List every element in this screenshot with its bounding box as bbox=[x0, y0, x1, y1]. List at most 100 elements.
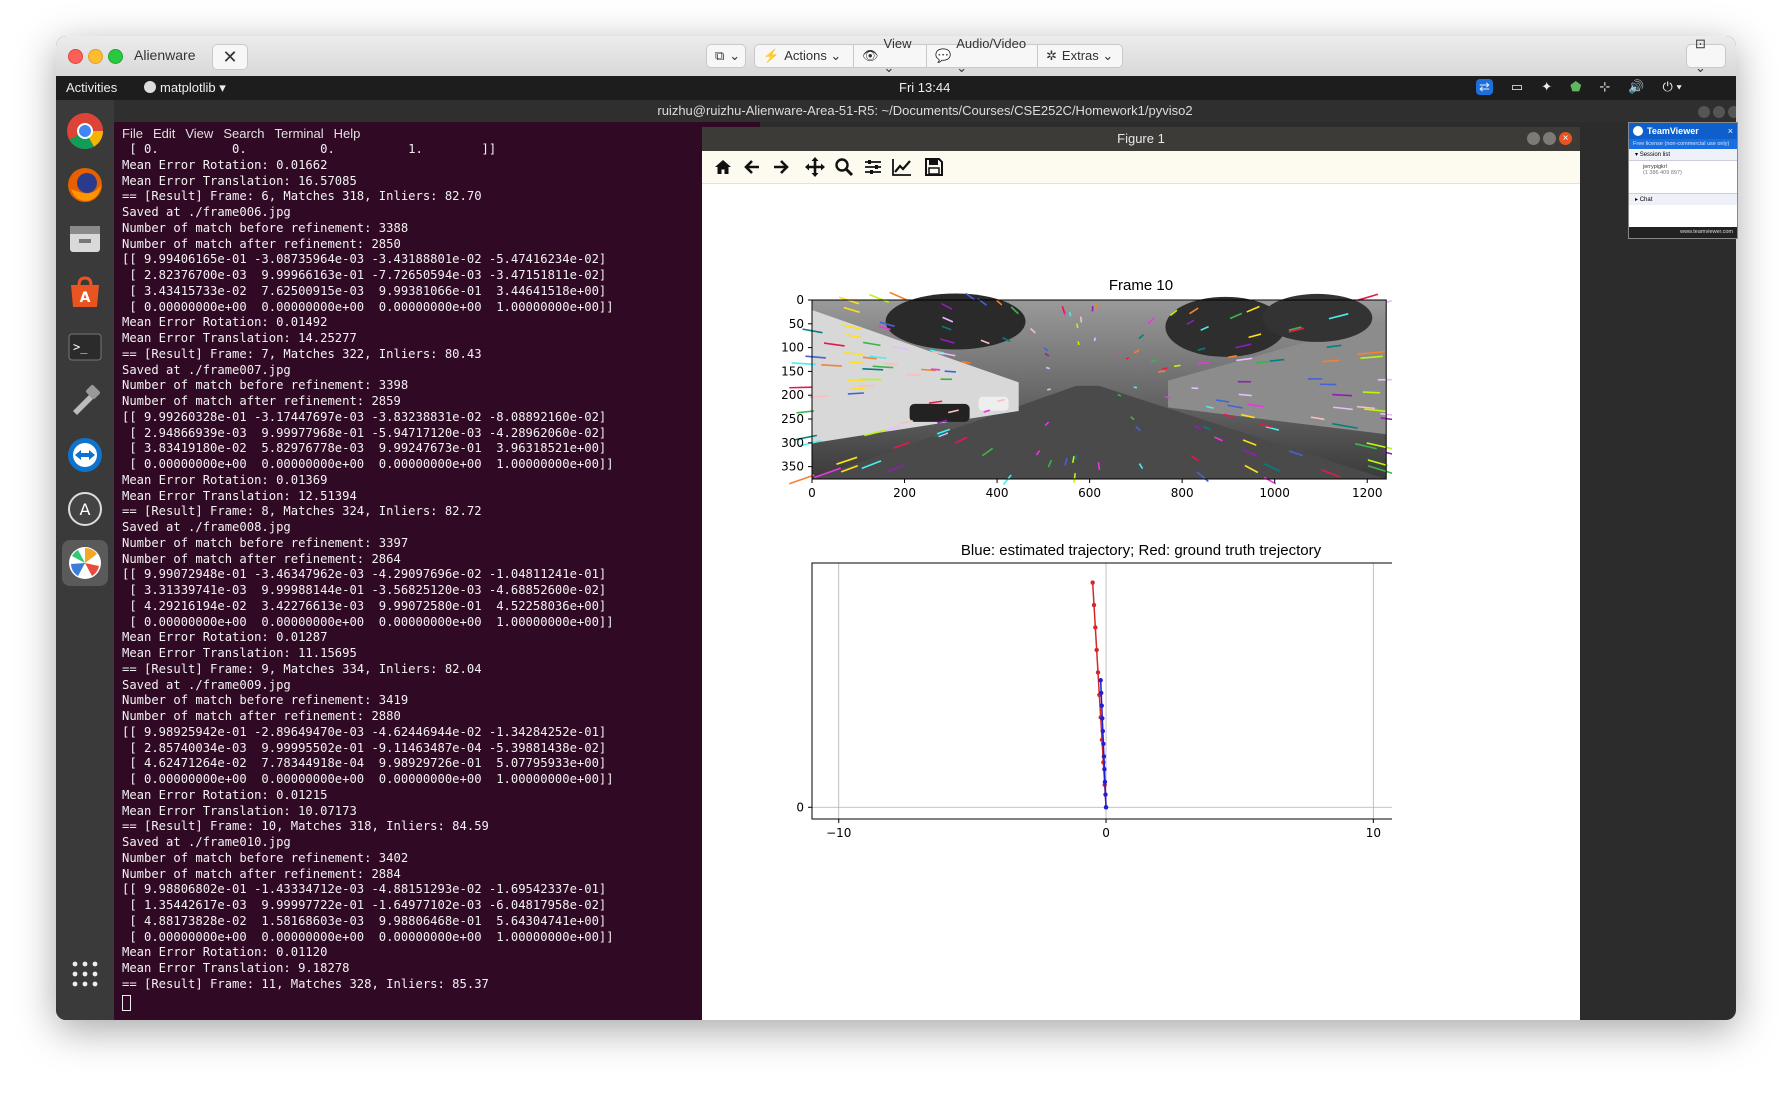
figure-close-button[interactable]: × bbox=[1559, 132, 1572, 145]
extension-icon[interactable]: ✦ bbox=[1541, 79, 1552, 95]
terminal-cursor bbox=[122, 994, 131, 1011]
audio-video-button[interactable]: 💬 Audio/Video ⌄ bbox=[926, 36, 1038, 75]
svg-text:A: A bbox=[80, 500, 91, 519]
extras-button[interactable]: ✲ Extras ⌄ bbox=[1037, 44, 1123, 68]
mac-titlebar: Alienware ✕ ⧉ ⌄ ⚡ Actions ⌄ 👁 View ⌄ 💬 Audio… bbox=[56, 36, 1736, 77]
menu-file[interactable]: File bbox=[122, 126, 143, 141]
ground-truth-point bbox=[1091, 602, 1097, 608]
configure-subplots-icon[interactable] bbox=[860, 154, 886, 180]
figure-minimize-button[interactable] bbox=[1527, 132, 1540, 145]
x-tick-label: 0 bbox=[808, 486, 816, 500]
software-store-icon[interactable]: A bbox=[62, 270, 108, 316]
teamviewer-panel[interactable]: TeamViewer × Free license (non-commercia… bbox=[1628, 122, 1738, 239]
back-arrow-icon[interactable] bbox=[739, 154, 765, 180]
ground-truth-point bbox=[1095, 670, 1101, 675]
software-updater-icon[interactable]: A bbox=[62, 486, 108, 532]
parked-car bbox=[909, 403, 970, 422]
y-tick-label: 200 bbox=[781, 388, 804, 402]
terminal-window[interactable]: File Edit View Search Terminal Help [ 0.… bbox=[114, 122, 760, 1020]
session-user[interactable]: jerrypigkrl (1 386 409 897) bbox=[1629, 161, 1737, 179]
match-line bbox=[944, 370, 956, 373]
tree bbox=[1262, 293, 1373, 342]
menu-view[interactable]: View bbox=[185, 126, 213, 141]
teamviewer-logo-icon bbox=[1633, 126, 1643, 136]
maximize-icon[interactable] bbox=[1713, 106, 1725, 118]
estimated-point bbox=[1102, 779, 1108, 785]
teamviewer-tray-icon[interactable]: ⇄ bbox=[1476, 79, 1493, 95]
ground-truth-point bbox=[1094, 647, 1099, 653]
firefox-icon[interactable] bbox=[62, 162, 108, 208]
network-icon[interactable]: ⊹ bbox=[1599, 79, 1610, 95]
screen-icon[interactable]: ▭ bbox=[1511, 79, 1523, 95]
figure-title: Figure 1 bbox=[1117, 131, 1165, 146]
estimated-point bbox=[1101, 741, 1106, 746]
estimated-point bbox=[1103, 805, 1109, 810]
close-icon[interactable] bbox=[1728, 106, 1736, 118]
menu-edit[interactable]: Edit bbox=[153, 126, 175, 141]
y-tick-label: 0 bbox=[796, 293, 804, 307]
show-applications-icon[interactable] bbox=[71, 960, 99, 988]
minimize-icon[interactable] bbox=[1698, 106, 1710, 118]
edit-axis-icon[interactable] bbox=[889, 154, 915, 180]
power-icon[interactable]: ⏻ ▾ bbox=[1663, 79, 1682, 95]
clock[interactable]: Fri 13:44 bbox=[899, 80, 950, 95]
close-session-button[interactable]: ✕ bbox=[212, 44, 248, 70]
match-line bbox=[1094, 303, 1098, 310]
match-line bbox=[1173, 364, 1181, 368]
puzzle-icon: ✲ bbox=[1046, 48, 1057, 63]
menu-search[interactable]: Search bbox=[223, 126, 264, 141]
app-menu[interactable]: matplotlib ▾ bbox=[160, 80, 226, 96]
x-tick-label: 0 bbox=[1102, 826, 1110, 840]
view-button[interactable]: 👁 View ⌄ bbox=[853, 36, 927, 75]
menu-help[interactable]: Help bbox=[334, 126, 361, 141]
files-icon[interactable] bbox=[62, 216, 108, 262]
minimize-window-button[interactable] bbox=[88, 49, 103, 64]
match-line bbox=[1077, 341, 1080, 346]
match-line bbox=[788, 474, 815, 485]
settings-tools-icon[interactable] bbox=[62, 378, 108, 424]
ground-truth-point bbox=[1090, 580, 1095, 585]
zoom-window-button[interactable] bbox=[108, 49, 123, 64]
y-tick-label: 350 bbox=[781, 460, 804, 474]
match-line bbox=[889, 292, 909, 302]
clipboard-icon: ⧉ bbox=[715, 48, 725, 63]
x-tick-label: 800 bbox=[1171, 486, 1194, 500]
chrome-icon[interactable] bbox=[62, 108, 108, 154]
chat-header[interactable]: ▸ Chat bbox=[1629, 193, 1737, 205]
teamviewer-icon[interactable] bbox=[62, 432, 108, 478]
teamviewer-close-icon[interactable]: × bbox=[1728, 126, 1733, 136]
figure-maximize-button[interactable] bbox=[1543, 132, 1556, 145]
forward-arrow-icon[interactable] bbox=[768, 154, 794, 180]
terminal-titlebar: ruizhu@ruizhu-Alienware-Area-51-R5: ~/Do… bbox=[114, 100, 1736, 122]
match-line bbox=[1079, 316, 1083, 323]
estimated-point bbox=[1103, 792, 1108, 797]
shield-icon[interactable]: ⬟ bbox=[1570, 79, 1581, 95]
x-tick-label: 600 bbox=[1078, 486, 1101, 500]
match-line bbox=[1076, 323, 1079, 329]
volume-icon[interactable]: 🔊 bbox=[1628, 79, 1644, 95]
activities-button[interactable]: Activities bbox=[66, 80, 117, 95]
estimated-point bbox=[1099, 690, 1104, 696]
match-line bbox=[848, 361, 864, 364]
save-icon[interactable] bbox=[921, 154, 947, 180]
y-tick-label: 300 bbox=[781, 436, 804, 450]
estimated-point bbox=[1102, 766, 1107, 772]
home-icon[interactable] bbox=[710, 154, 736, 180]
zoom-icon[interactable] bbox=[831, 154, 857, 180]
teamviewer-header: TeamViewer × bbox=[1629, 123, 1737, 139]
clipboard-button[interactable]: ⧉ ⌄ bbox=[706, 44, 746, 68]
teamviewer-link[interactable]: www.teamviewer.com bbox=[1629, 227, 1737, 238]
match-line bbox=[1164, 395, 1170, 399]
pan-icon[interactable] bbox=[802, 154, 828, 180]
match-line bbox=[1068, 311, 1072, 317]
actions-button[interactable]: ⚡ Actions ⌄ bbox=[754, 44, 854, 68]
close-window-button[interactable] bbox=[68, 49, 83, 64]
ground-truth-point bbox=[1093, 625, 1098, 630]
display-menu-button[interactable]: ⊡ ⌄ bbox=[1686, 36, 1726, 75]
figure-toolbar bbox=[702, 151, 1580, 184]
matplotlib-dock-icon[interactable] bbox=[62, 540, 108, 586]
menu-terminal[interactable]: Terminal bbox=[275, 126, 324, 141]
session-list-header[interactable]: ▾ Session list bbox=[1629, 149, 1737, 161]
terminal-icon[interactable]: >_ bbox=[62, 324, 108, 370]
estimated-point bbox=[1099, 703, 1104, 708]
